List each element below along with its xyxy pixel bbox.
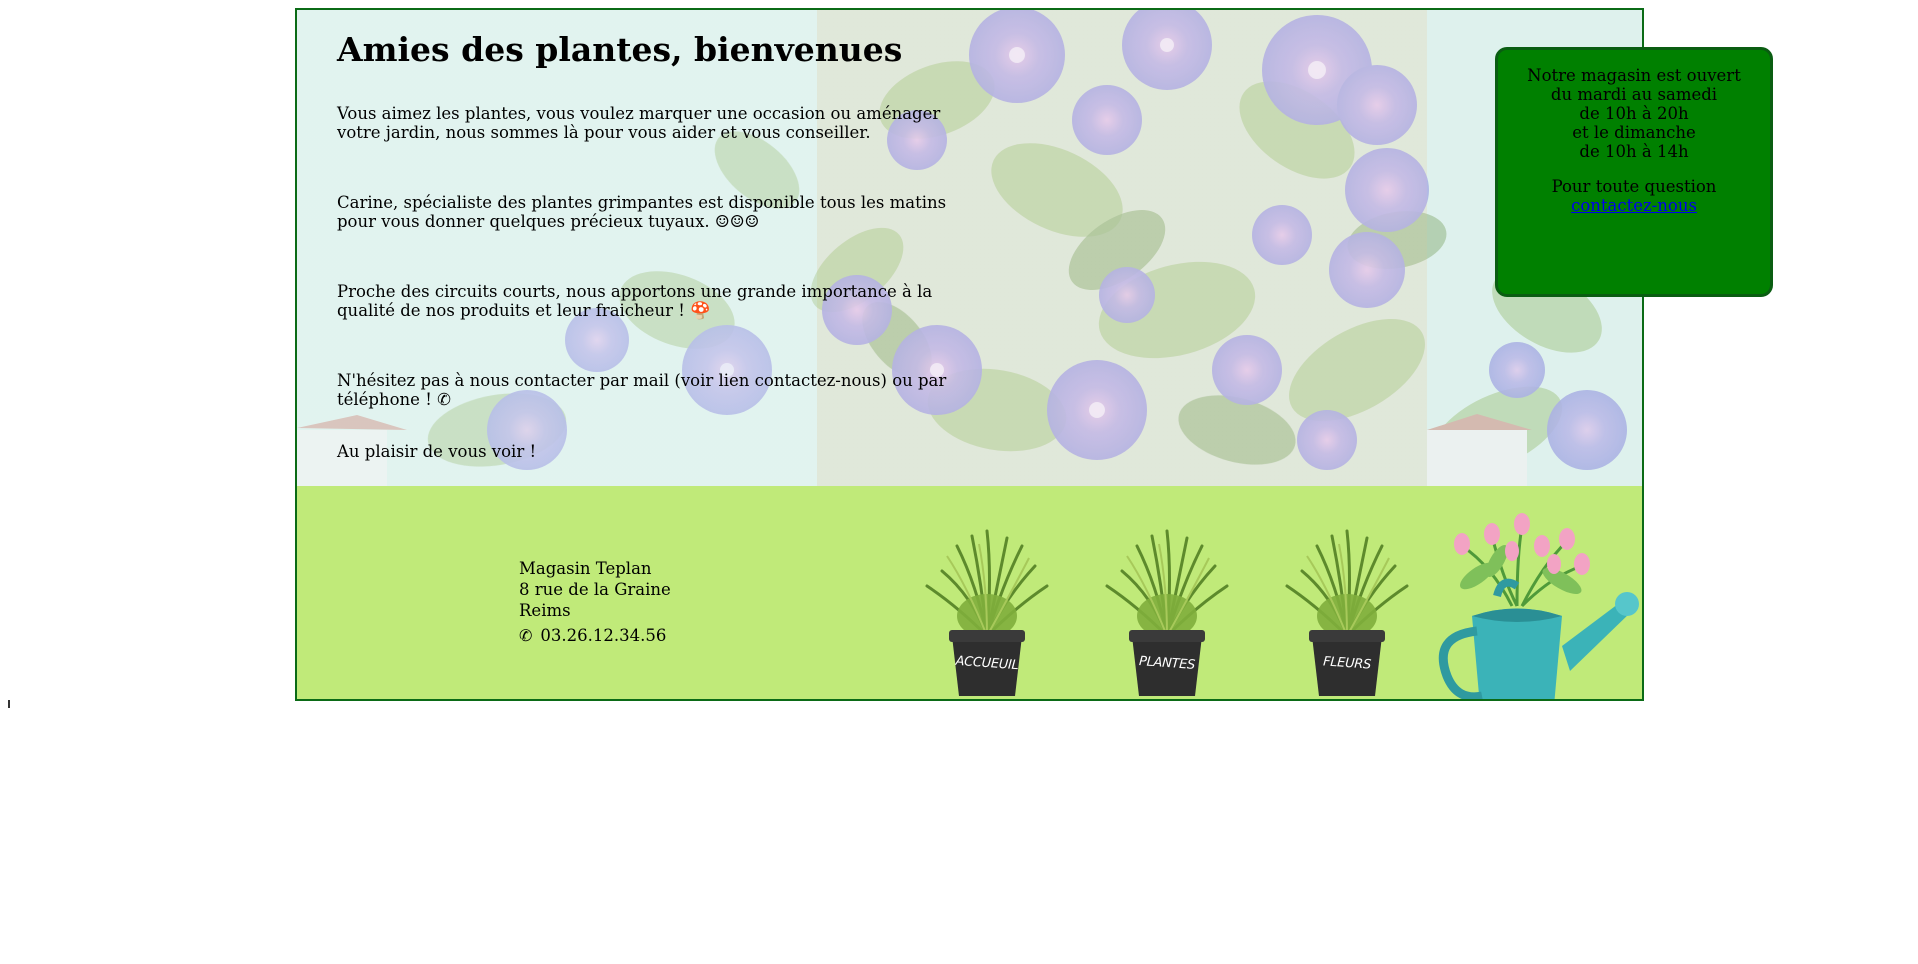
watering-can-icon	[1438, 513, 1639, 699]
hero-content: Amies des plantes, bienvenues Vous aimez…	[337, 30, 977, 486]
hours-line-5: de 10h à 14h	[1579, 142, 1689, 161]
store-phone-line: ✆ 03.26.12.34.56	[519, 625, 671, 646]
main-frame: Amies des plantes, bienvenues Vous aimez…	[295, 8, 1644, 701]
hours-line-3: de 10h à 20h	[1579, 104, 1689, 123]
page-title: Amies des plantes, bienvenues	[337, 30, 903, 69]
quality-paragraph: Proche des circuits courts, nous apporto…	[337, 281, 933, 320]
plant-pot-icon	[1105, 529, 1229, 696]
hours-line-1: Notre magasin est ouvert	[1527, 66, 1741, 85]
phone-icon: ✆	[519, 626, 533, 645]
nav-fleurs-button[interactable]: FLEURS	[1277, 526, 1417, 699]
contact-paragraph: N'hésitez pas à nous contacter par mail …	[337, 370, 947, 409]
plant-pot-icon	[925, 529, 1049, 696]
stray-mark	[8, 700, 10, 708]
store-street: 8 rue de la Graine	[519, 580, 671, 599]
contact-link[interactable]: contactez-nous	[1571, 196, 1697, 215]
store-city: Reims	[519, 601, 571, 620]
intro-paragraph: Vous aimez les plantes, vous voulez marq…	[337, 103, 941, 142]
store-address: Magasin Teplan 8 rue de la Graine Reims …	[519, 558, 671, 646]
specialist-paragraph: Carine, spécialiste des plantes grimpant…	[337, 192, 947, 231]
hours-line-2: du mardi au samedi	[1550, 85, 1718, 104]
hero-section: Amies des plantes, bienvenues Vous aimez…	[297, 10, 1642, 486]
contact-prefix: Pour toute question	[1551, 177, 1717, 196]
plant-pot-icon	[1285, 529, 1409, 696]
store-name: Magasin Teplan	[519, 559, 652, 578]
nav-plantes-button[interactable]: PLANTES	[1097, 526, 1237, 699]
opening-hours-box: Notre magasin est ouvert du mardi au sam…	[1495, 47, 1773, 297]
contact-line: Pour toute question contactez-nous	[1498, 177, 1770, 215]
nav-accueil-button[interactable]: ACCUEUIL	[917, 526, 1057, 699]
closing-paragraph: Au plaisir de vous voir !	[337, 441, 537, 461]
store-phone: 03.26.12.34.56	[540, 626, 667, 645]
footer: Magasin Teplan 8 rue de la Graine Reims …	[297, 486, 1642, 699]
hours-line-4: et le dimanche	[1572, 123, 1696, 142]
